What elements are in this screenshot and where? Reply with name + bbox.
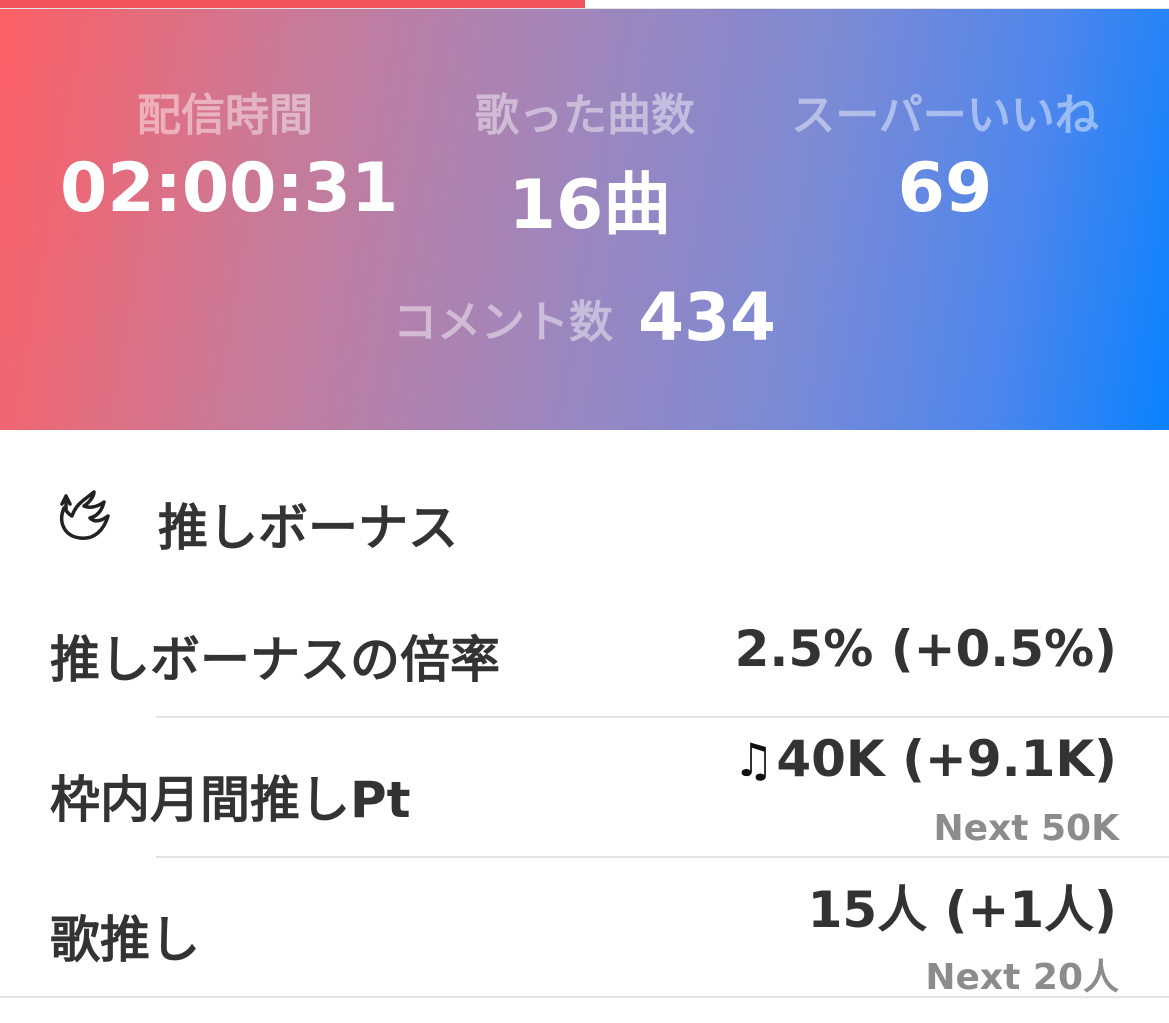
song-oshi-value: 15人 (+1人): [807, 881, 1117, 939]
stream-stats-panel: 配信時間 02:00:31 歌った曲数 16曲 スーパーいいね 69 コメント数…: [0, 9, 1169, 430]
song-oshi-label: 歌推し: [50, 911, 200, 969]
bonus-rate-value: 2.5% (+0.5%): [734, 620, 1117, 678]
monthly-oshi-pt-next: Next 50K: [933, 808, 1119, 849]
oshi-bonus-header: 推しボーナス: [0, 430, 1169, 590]
song-oshi-next: Next 20人: [925, 957, 1119, 998]
oshi-bonus-title: 推しボーナス: [158, 499, 458, 557]
stream-progress-bar: [0, 0, 1169, 9]
stream-duration-value: 02:00:31: [60, 149, 399, 228]
monthly-oshi-pt-value: 40K (+9.1K): [776, 730, 1117, 788]
comment-count: コメント数 434: [0, 279, 1169, 356]
bonus-rate-row: 推しボーナスの倍率 2.5% (+0.5%): [0, 590, 1169, 718]
comment-count-value: 434: [638, 279, 776, 356]
super-like-value: 69: [897, 149, 993, 228]
section-bottom-divider: [0, 996, 1169, 998]
bonus-rate-label: 推しボーナスの倍率: [50, 631, 500, 689]
monthly-oshi-pt-label: 枠内月間推しPt: [50, 771, 411, 829]
songs-sung-label: 歌った曲数: [475, 90, 695, 141]
stream-progress-fill: [0, 0, 585, 9]
song-oshi-row: 歌推し 15人 (+1人) Next 20人: [0, 858, 1169, 998]
monthly-oshi-pt-value-wrap: ♫40K (+9.1K): [733, 730, 1117, 788]
monthly-oshi-pt-row: 枠内月間推しPt ♫40K (+9.1K) Next 50K: [0, 718, 1169, 858]
comment-count-label: コメント数: [393, 296, 614, 348]
stream-duration-label: 配信時間: [137, 90, 313, 141]
wing-icon: [54, 488, 114, 548]
super-like-label: スーパーいいね: [791, 90, 1099, 141]
songs-sung-value: 16曲: [508, 166, 672, 245]
music-note-icon: ♫: [733, 733, 775, 787]
